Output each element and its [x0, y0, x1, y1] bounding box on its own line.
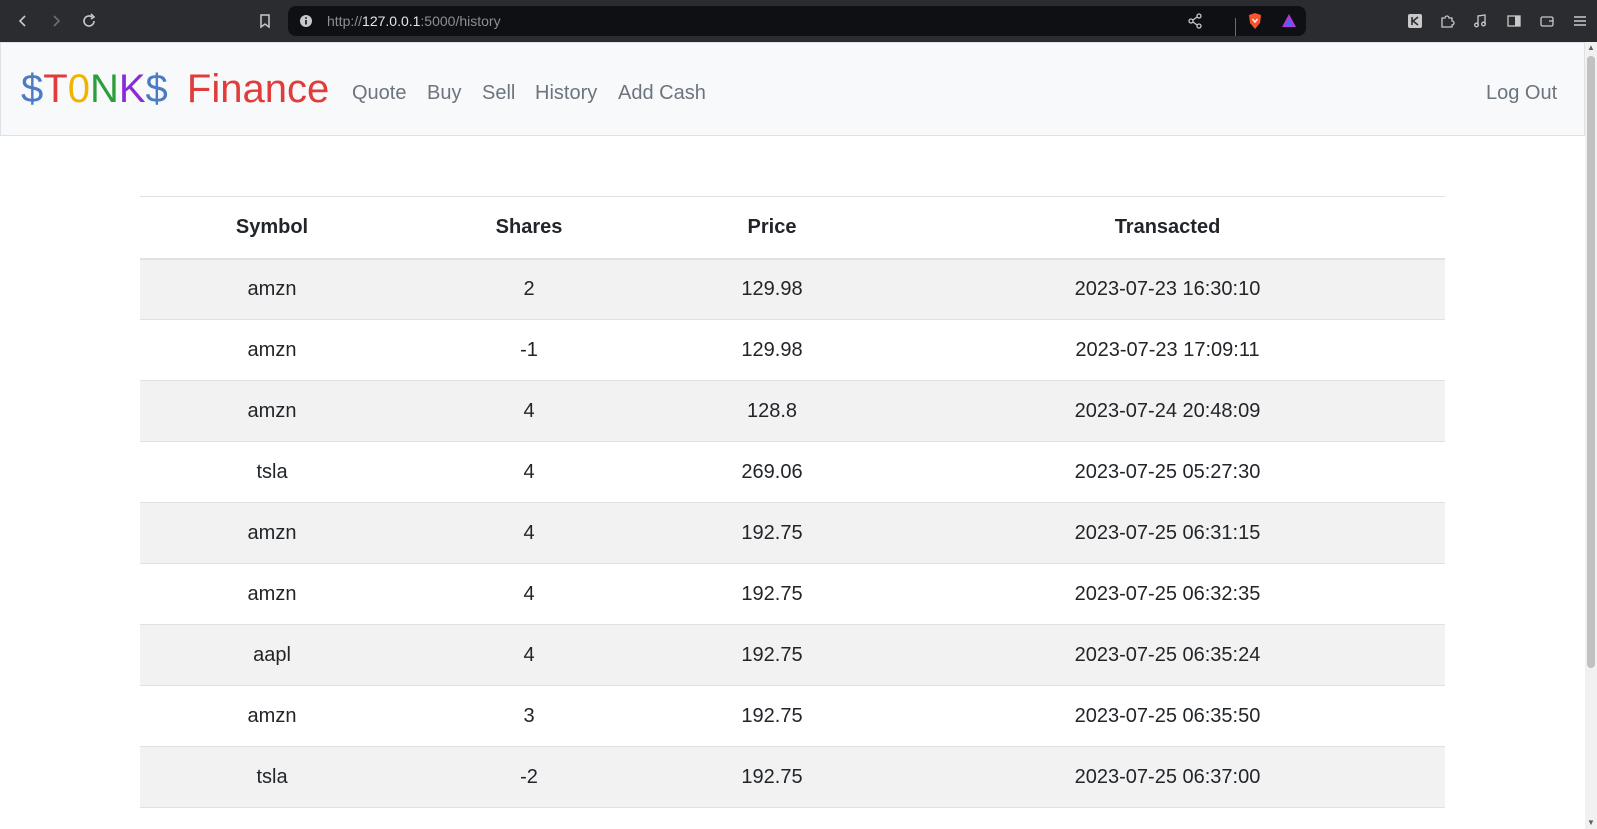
nav-quote[interactable]: Quote	[352, 82, 406, 105]
brave-rewards-icon[interactable]	[1277, 9, 1301, 33]
cell-price: 192.75	[654, 502, 890, 564]
cell-shares: 4	[404, 502, 654, 564]
cell-symbol: amzn	[140, 685, 404, 747]
cell-price: 192.75	[654, 624, 890, 686]
nav-buy[interactable]: Buy	[427, 82, 461, 105]
brand-letter: $	[21, 67, 44, 111]
cell-transacted: 2023-07-24 20:48:09	[890, 380, 1445, 442]
cell-price: 129.98	[654, 319, 890, 381]
menu-icon[interactable]	[1568, 9, 1592, 33]
table-row: amzn 4 192.75 2023-07-25 06:31:15	[140, 502, 1445, 564]
table-header-row: Symbol Shares Price Transacted	[140, 196, 1445, 260]
cell-price: 192.75	[654, 563, 890, 625]
extensions-icon[interactable]	[1435, 9, 1459, 33]
share-icon[interactable]	[1183, 9, 1207, 33]
scroll-down-arrow-icon[interactable]: ▼	[1585, 817, 1597, 829]
cell-shares: -2	[404, 746, 654, 808]
table-row: amzn 2 129.98 2023-07-23 16:30:10	[140, 258, 1445, 320]
cell-shares: -1	[404, 319, 654, 381]
cell-shares: 2	[404, 258, 654, 320]
cell-symbol: amzn	[140, 319, 404, 381]
cell-transacted: 2023-07-25 06:35:50	[890, 685, 1445, 747]
table-row: amzn 4 192.75 2023-07-25 06:32:35	[140, 563, 1445, 625]
cell-transacted: 2023-07-25 05:27:30	[890, 441, 1445, 503]
brand-letter: $	[145, 67, 168, 111]
cell-price: 269.06	[654, 441, 890, 503]
header-symbol: Symbol	[140, 196, 404, 260]
brand-finance: Finance	[186, 67, 330, 111]
sidebar-icon[interactable]	[1502, 9, 1526, 33]
table-row: amzn 3 192.75 2023-07-25 06:35:50	[140, 685, 1445, 747]
scroll-up-arrow-icon[interactable]: ▲	[1585, 42, 1597, 54]
nav-add-cash[interactable]: Add Cash	[618, 82, 706, 105]
cell-price: 192.75	[654, 746, 890, 808]
brand-letter: K	[118, 67, 146, 111]
url-path: :5000/history	[420, 13, 501, 29]
url-text: http://127.0.0.1:5000/history	[327, 13, 501, 29]
brand-letter: N	[89, 67, 119, 111]
header-transacted: Transacted	[890, 196, 1445, 260]
history-table: Symbol Shares Price Transacted amzn 2 129.…	[140, 196, 1445, 808]
cell-symbol: amzn	[140, 563, 404, 625]
cell-symbol: amzn	[140, 502, 404, 564]
cell-shares: 4	[404, 380, 654, 442]
wallet-icon[interactable]	[1535, 9, 1559, 33]
cell-symbol: aapl	[140, 624, 404, 686]
address-bar[interactable]: http://127.0.0.1:5000/history	[288, 6, 1306, 36]
cell-transacted: 2023-07-25 06:32:35	[890, 563, 1445, 625]
reload-icon[interactable]	[77, 9, 101, 33]
nav-log-out[interactable]: Log Out	[1486, 82, 1557, 105]
url-host: 127.0.0.1	[362, 13, 421, 29]
cell-transacted: 2023-07-23 16:30:10	[890, 258, 1445, 320]
cell-transacted: 2023-07-25 06:31:15	[890, 502, 1445, 564]
url-divider	[1235, 18, 1236, 36]
extension-k-icon[interactable]	[1403, 9, 1427, 33]
brave-shields-icon[interactable]	[1243, 9, 1267, 33]
cell-transacted: 2023-07-25 06:35:24	[890, 624, 1445, 686]
header-price: Price	[654, 196, 890, 260]
site-info-icon[interactable]	[294, 9, 318, 33]
forward-icon[interactable]	[44, 9, 68, 33]
cell-transacted: 2023-07-25 06:37:00	[890, 746, 1445, 808]
brand-letter: T	[43, 67, 68, 111]
page-scrollbar[interactable]: ▲ ▼	[1585, 42, 1597, 829]
cell-symbol: amzn	[140, 258, 404, 320]
cell-shares: 4	[404, 563, 654, 625]
history-table-body: amzn 2 129.98 2023-07-23 16:30:10 amzn -1 129.…	[140, 258, 1445, 808]
nav-sell[interactable]: Sell	[482, 82, 515, 105]
cell-shares: 4	[404, 624, 654, 686]
nav-history[interactable]: History	[535, 82, 597, 105]
brand-letter: 0	[67, 67, 90, 111]
brand-stonks: $T0NK$	[21, 67, 168, 111]
back-icon[interactable]	[11, 9, 35, 33]
cell-transacted: 2023-07-23 17:09:11	[890, 319, 1445, 381]
url-scheme: http://	[327, 13, 363, 29]
table-row: aapl 4 192.75 2023-07-25 06:35:24	[140, 624, 1445, 686]
table-row: amzn 4 128.8 2023-07-24 20:48:09	[140, 380, 1445, 442]
brand-logo[interactable]: $T0NK$ Finance	[21, 67, 329, 111]
cell-price: 192.75	[654, 685, 890, 747]
cell-shares: 3	[404, 685, 654, 747]
bookmark-icon[interactable]	[253, 9, 277, 33]
cell-price: 129.98	[654, 258, 890, 320]
table-row: tsla 4 269.06 2023-07-25 05:27:30	[140, 441, 1445, 503]
header-shares: Shares	[404, 196, 654, 260]
cell-price: 128.8	[654, 380, 890, 442]
cell-symbol: amzn	[140, 380, 404, 442]
navbar: $T0NK$ Finance Quote Buy Sell History Ad…	[0, 42, 1585, 136]
scrollbar-thumb[interactable]	[1587, 56, 1595, 668]
browser-toolbar: http://127.0.0.1:5000/history	[0, 0, 1597, 42]
media-icon[interactable]	[1468, 9, 1492, 33]
table-row: tsla -2 192.75 2023-07-25 06:37:00	[140, 746, 1445, 808]
table-row: amzn -1 129.98 2023-07-23 17:09:11	[140, 319, 1445, 381]
cell-symbol: tsla	[140, 441, 404, 503]
cell-symbol: tsla	[140, 746, 404, 808]
cell-shares: 4	[404, 441, 654, 503]
